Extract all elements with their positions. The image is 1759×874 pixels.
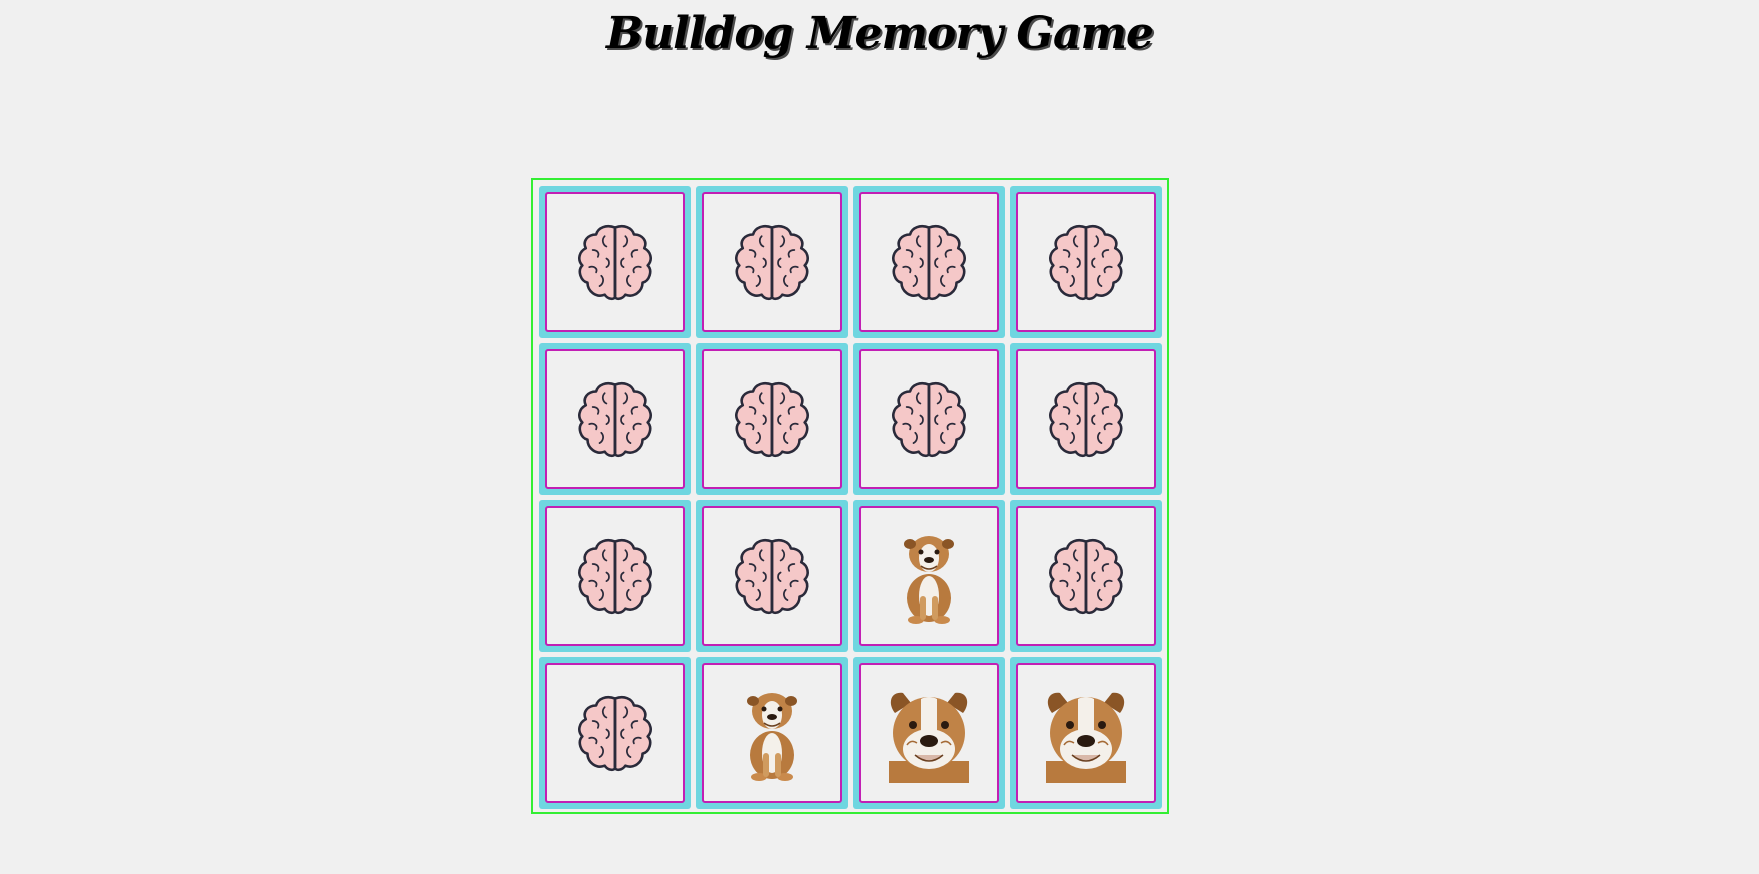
brain-icon xyxy=(1043,533,1129,619)
card-back xyxy=(1016,192,1156,332)
card-back xyxy=(702,506,842,646)
card-back xyxy=(1016,349,1156,489)
card-back xyxy=(859,192,999,332)
card-back xyxy=(859,349,999,489)
memory-card[interactable] xyxy=(696,657,848,809)
memory-card[interactable] xyxy=(1010,186,1162,338)
memory-card[interactable] xyxy=(853,186,1005,338)
card-back xyxy=(702,192,842,332)
brain-icon xyxy=(729,533,815,619)
memory-card[interactable] xyxy=(539,343,691,495)
card-face xyxy=(702,663,842,803)
bulldog-face-icon xyxy=(881,683,977,783)
card-back xyxy=(545,349,685,489)
brain-icon xyxy=(572,376,658,462)
memory-card[interactable] xyxy=(696,500,848,652)
memory-card[interactable] xyxy=(539,186,691,338)
game-board xyxy=(531,178,1169,814)
brain-icon xyxy=(1043,376,1129,462)
card-back xyxy=(1016,506,1156,646)
brain-icon xyxy=(729,376,815,462)
memory-card[interactable] xyxy=(539,657,691,809)
card-back xyxy=(702,349,842,489)
card-face xyxy=(1016,663,1156,803)
bulldog-sitting-icon xyxy=(737,683,807,783)
bulldog-sitting-icon xyxy=(894,526,964,626)
memory-card[interactable] xyxy=(1010,343,1162,495)
memory-card[interactable] xyxy=(853,500,1005,652)
memory-card[interactable] xyxy=(1010,657,1162,809)
memory-card[interactable] xyxy=(696,343,848,495)
card-face xyxy=(859,506,999,646)
card-back xyxy=(545,663,685,803)
card-back xyxy=(545,506,685,646)
brain-icon xyxy=(1043,219,1129,305)
memory-card[interactable] xyxy=(1010,500,1162,652)
brain-icon xyxy=(886,376,972,462)
brain-icon xyxy=(572,533,658,619)
memory-card[interactable] xyxy=(853,657,1005,809)
brain-icon xyxy=(572,690,658,776)
memory-card[interactable] xyxy=(696,186,848,338)
card-face xyxy=(859,663,999,803)
memory-card[interactable] xyxy=(539,500,691,652)
card-back xyxy=(545,192,685,332)
brain-icon xyxy=(572,219,658,305)
bulldog-face-icon xyxy=(1038,683,1134,783)
brain-icon xyxy=(886,219,972,305)
brain-icon xyxy=(729,219,815,305)
memory-card[interactable] xyxy=(853,343,1005,495)
page-title: Bulldog Memory Game xyxy=(605,8,1154,59)
